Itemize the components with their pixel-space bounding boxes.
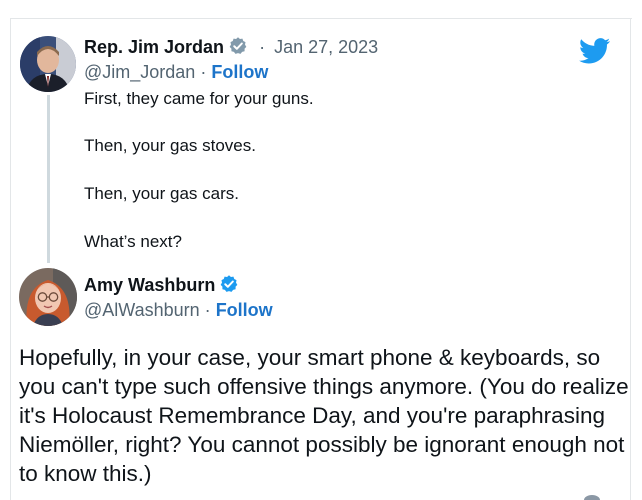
- reply-display-name[interactable]: Amy Washburn: [84, 275, 215, 295]
- verified-badge-icon: [228, 36, 248, 61]
- thread-connector-line: [47, 95, 50, 263]
- follow-button[interactable]: Follow: [216, 300, 273, 320]
- reply-author-avatar[interactable]: [19, 268, 77, 326]
- handle-separator: ·: [204, 300, 211, 320]
- verified-badge-icon: [219, 274, 239, 299]
- original-display-name[interactable]: Rep. Jim Jordan: [84, 37, 224, 57]
- follow-button[interactable]: Follow: [211, 62, 268, 82]
- original-author-avatar[interactable]: [20, 36, 76, 92]
- handle-separator: ·: [200, 62, 207, 82]
- tweet-line: Then, your gas cars.: [84, 184, 239, 203]
- original-tweet-header: Rep. Jim Jordan · Jan 27, 2023: [84, 36, 378, 61]
- tweet-line: First, they came for your guns.: [84, 89, 314, 108]
- tweet-date[interactable]: Jan 27, 2023: [274, 37, 378, 57]
- card-border: [630, 18, 631, 500]
- tweet-card: Rep. Jim Jordan · Jan 27, 2023 @Jim_Jord…: [0, 0, 642, 500]
- reply-tweet-body: Hopefully, in your case, your smart phon…: [19, 345, 629, 486]
- card-border: [10, 18, 632, 19]
- tweet-line: What’s next?: [84, 232, 182, 251]
- card-border: [10, 18, 11, 500]
- original-handle[interactable]: @Jim_Jordan: [84, 62, 195, 82]
- header-separator: ·: [259, 37, 266, 57]
- partial-icon: [584, 495, 600, 500]
- tweet-line: Then, your gas stoves.: [84, 136, 256, 155]
- original-handle-line: @Jim_Jordan · Follow: [84, 61, 268, 83]
- reply-tweet-header: Amy Washburn: [84, 274, 239, 299]
- reply-handle-line: @AlWashburn · Follow: [84, 299, 273, 321]
- reply-handle[interactable]: @AlWashburn: [84, 300, 200, 320]
- twitter-bird-icon[interactable]: [579, 38, 611, 69]
